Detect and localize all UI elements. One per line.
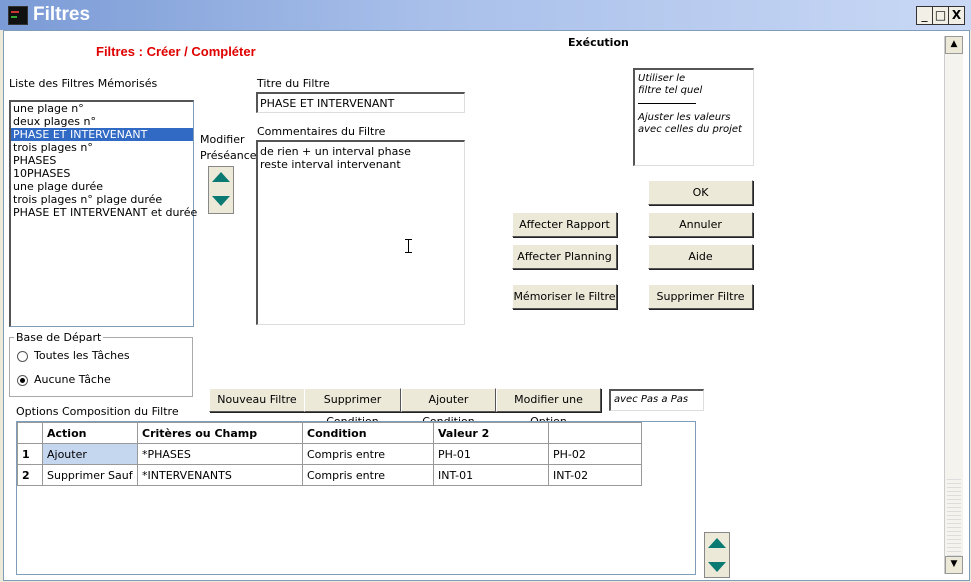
cell-value3[interactable]: INT-02: [548, 464, 642, 486]
list-item-selected[interactable]: PHASE ET INTERVENANT: [11, 128, 193, 141]
text-cursor-icon: [408, 239, 409, 252]
cell-condition[interactable]: Compris entre: [302, 443, 434, 465]
window-title: Filtres: [33, 4, 91, 25]
cell-value2[interactable]: PH-01: [433, 443, 549, 465]
list-item[interactable]: PHASE ET INTERVENANT et durée: [11, 206, 197, 219]
modify-label-2: Préséance: [200, 149, 257, 162]
list-item[interactable]: deux plages n°: [11, 115, 193, 128]
radio-no-task-label: Aucune Tâche: [34, 373, 111, 386]
text-cursor-icon-bottom: [405, 252, 412, 253]
cell-criteria[interactable]: *INTERVENANTS: [137, 464, 303, 486]
scroll-thumb[interactable]: [947, 476, 961, 556]
list-item[interactable]: une plage durée: [11, 180, 193, 193]
options-label: Options Composition du Filtre: [16, 405, 179, 418]
filter-comment-textarea[interactable]: de rien + un interval phase reste interv…: [256, 140, 465, 325]
step-mode-field[interactable]: avec Pas a Pas: [609, 389, 704, 411]
header-index: [17, 422, 43, 444]
help-button[interactable]: Aide: [648, 244, 753, 269]
cell-action[interactable]: Supprimer Sauf: [42, 464, 138, 486]
title-bar: [0, 0, 971, 30]
table-header-row: Action Critères ou Champ Condition Valeu…: [17, 422, 642, 444]
minimize-button[interactable]: _: [916, 6, 933, 25]
execution-note: Utiliser le filtre tel quel Ajuster les …: [633, 68, 754, 166]
table-row[interactable]: 2 Supprimer Sauf *INTERVENANTS Compris e…: [17, 464, 642, 486]
list-item[interactable]: une plage n°: [11, 102, 193, 115]
cell-criteria[interactable]: *PHASES: [137, 443, 303, 465]
move-up-icon[interactable]: [212, 172, 230, 182]
row-index: 1: [17, 443, 43, 465]
cell-condition[interactable]: Compris entre: [302, 464, 434, 486]
filter-title-value: PHASE ET INTERVENANT: [260, 97, 395, 110]
maximize-button[interactable]: □: [932, 6, 949, 25]
note-line-1: Utiliser le: [638, 73, 686, 84]
base-group: [9, 337, 193, 397]
scroll-down-icon[interactable]: ▼: [945, 556, 963, 574]
move-down-icon[interactable]: [212, 196, 230, 206]
add-condition-button[interactable]: Ajouter Condition: [401, 388, 496, 428]
execution-label: Exécution: [568, 36, 629, 49]
row-order-spinner: [704, 532, 730, 578]
header-condition: Condition: [302, 422, 434, 444]
precedence-spinner: [208, 166, 234, 214]
list-item[interactable]: PHASES: [11, 154, 193, 167]
scroll-up-icon[interactable]: ▲: [945, 36, 963, 54]
vertical-scrollbar[interactable]: ▲ ▼: [944, 36, 963, 574]
header-criteria: Critères ou Champ: [137, 422, 303, 444]
cell-value3[interactable]: PH-02: [548, 443, 642, 465]
row-down-icon[interactable]: [708, 562, 726, 572]
note-line-4: avec celles du projet: [638, 124, 742, 135]
cell-value2[interactable]: INT-01: [433, 464, 549, 486]
modify-option-button[interactable]: Modifier une Option: [496, 388, 601, 428]
radio-all-tasks-label: Toutes les Tâches: [34, 349, 130, 362]
table-row[interactable]: 1 Ajouter *PHASES Compris entre PH-01 PH…: [17, 443, 642, 465]
text-cursor-icon-top: [405, 239, 412, 240]
base-group-label: Base de Départ: [14, 331, 104, 344]
ok-button[interactable]: OK: [648, 180, 753, 205]
close-button[interactable]: X: [948, 6, 965, 25]
comment-line-1: de rien + un interval phase: [260, 145, 411, 158]
note-line-2: filtre tel quel: [638, 85, 703, 96]
app-icon: [8, 6, 28, 25]
options-grid: Action Critères ou Champ Condition Valeu…: [16, 421, 696, 575]
row-index: 2: [17, 464, 43, 486]
header-value2: Valeur 2: [433, 422, 549, 444]
radio-no-task[interactable]: [17, 375, 28, 386]
new-filter-button[interactable]: Nouveau Filtre: [209, 388, 305, 412]
delete-filter-button[interactable]: Supprimer Filtre: [648, 284, 753, 309]
filter-title-input[interactable]: PHASE ET INTERVENANT: [256, 92, 465, 113]
stored-filters-list[interactable]: une plage n° deux plages n° PHASE ET INT…: [9, 100, 197, 327]
stored-filters-label: Liste des Filtres Mémorisés: [9, 77, 158, 90]
header-action: Action: [42, 422, 138, 444]
note-line-3: Ajuster les valeurs: [638, 112, 731, 123]
cancel-button[interactable]: Annuler: [648, 212, 753, 237]
cell-action[interactable]: Ajouter: [42, 443, 138, 465]
row-up-icon[interactable]: [708, 538, 726, 548]
list-item[interactable]: 10PHASES: [11, 167, 193, 180]
step-mode-value: avec Pas a Pas: [614, 394, 689, 405]
radio-all-tasks[interactable]: [17, 351, 28, 362]
filter-title-label: Titre du Filtre: [257, 77, 330, 90]
filter-comment-label: Commentaires du Filtre: [257, 125, 386, 138]
header-value3: [548, 422, 642, 444]
list-item[interactable]: trois plages n°: [11, 141, 193, 154]
modify-label-1: Modifier: [200, 133, 245, 146]
list-item[interactable]: trois plages n° plage durée: [11, 193, 193, 206]
save-filter-button[interactable]: Mémoriser le Filtre: [512, 284, 617, 309]
assign-planning-button[interactable]: Affecter Planning: [512, 244, 617, 269]
assign-report-button[interactable]: Affecter Rapport: [512, 212, 617, 237]
page-heading: Filtres : Créer / Compléter: [96, 44, 256, 59]
delete-condition-button[interactable]: Supprimer Condition: [304, 388, 401, 428]
comment-line-2: reste interval intervenant: [260, 158, 401, 171]
note-divider: [638, 103, 696, 104]
